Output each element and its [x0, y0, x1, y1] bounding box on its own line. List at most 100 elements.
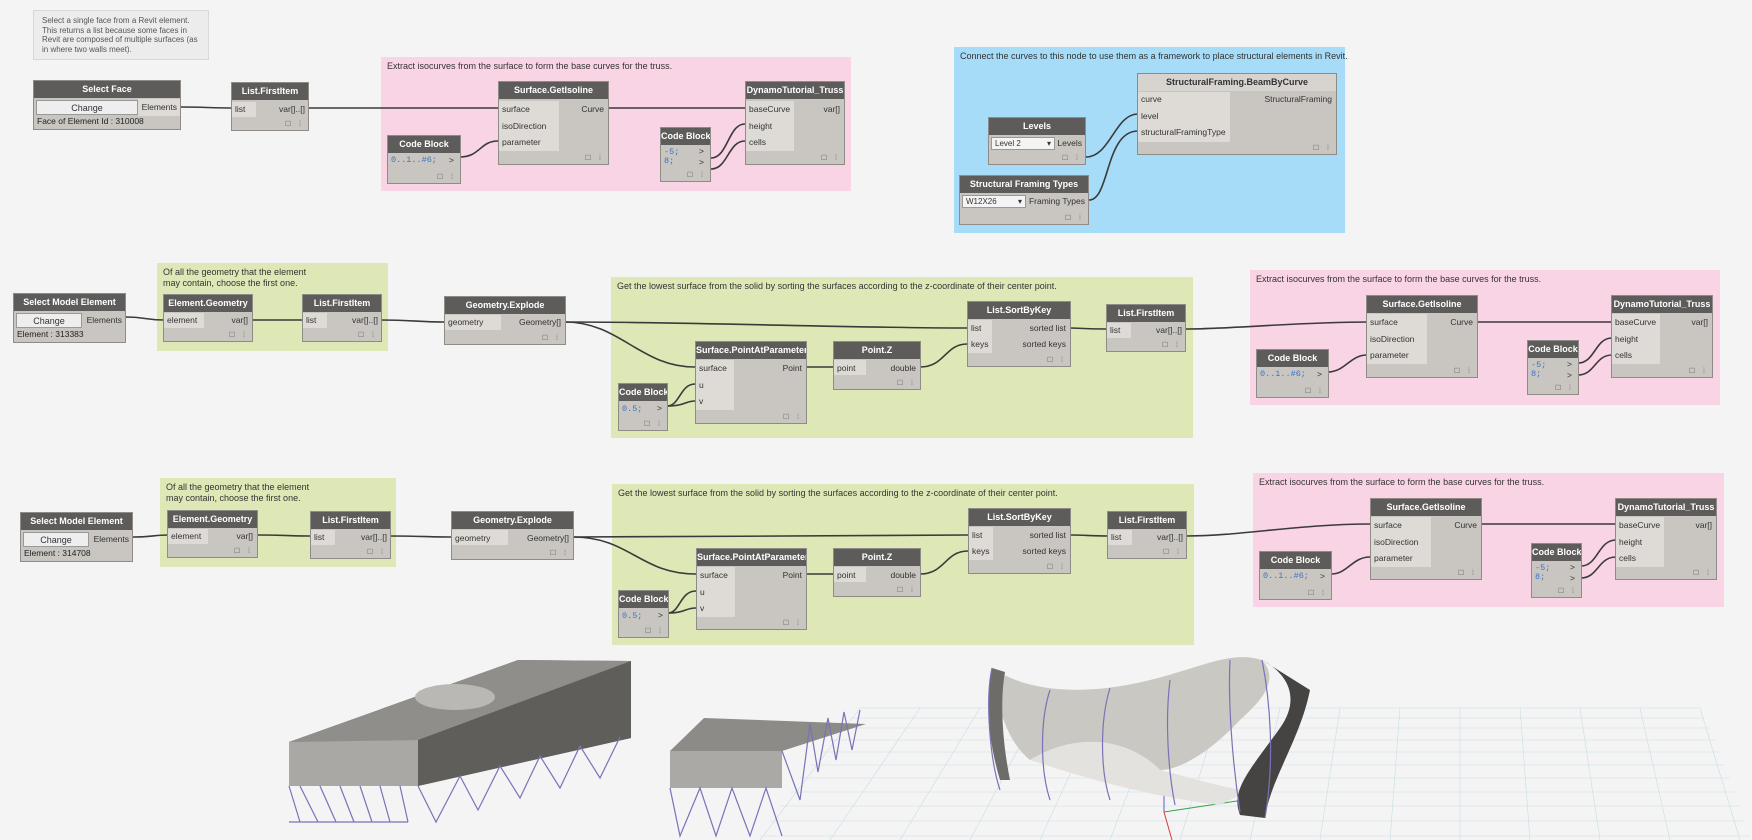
input-port-v[interactable]: v [699, 394, 703, 408]
code-text[interactable]: 0.5; [622, 612, 642, 621]
node-list-sortbykey-b[interactable]: List.SortByKey list keys sorted list sor… [968, 508, 1071, 574]
code-text[interactable]: 0..1..#6; [1263, 572, 1309, 581]
output-port-curve[interactable]: Curve [581, 102, 604, 116]
output-port-var[interactable]: var[]..[] [361, 530, 387, 544]
output-port-var[interactable]: var[]..[] [352, 313, 378, 327]
output-port-var[interactable]: var[] [236, 529, 253, 543]
input-port-height[interactable]: height [749, 119, 772, 133]
input-port-list[interactable]: list [235, 102, 245, 116]
node-code-block-values-2[interactable]: Code Block -5; 8; > > [1527, 340, 1579, 395]
code-text[interactable]: 0..1..#6; [391, 156, 437, 165]
output-port-curve[interactable]: Curve [1450, 315, 1473, 329]
node-surface-pointatparameter-a[interactable]: Surface.PointAtParameter surface u v Poi… [695, 341, 807, 424]
output-port-elements[interactable]: Elements [94, 532, 129, 546]
output-port-structuralframing[interactable]: StructuralFraming [1264, 92, 1332, 106]
input-port-point[interactable]: point [837, 361, 855, 375]
input-port-element[interactable]: element [167, 313, 197, 327]
code-text[interactable]: -5; 8; [1535, 564, 1550, 582]
input-port-list[interactable]: list [972, 528, 982, 542]
output-port-sorted-list[interactable]: sorted list [1030, 321, 1066, 335]
node-element-geometry-a[interactable]: Element.Geometry element var[] [163, 294, 253, 342]
output-port-elements[interactable]: Elements [87, 313, 122, 327]
input-port-list[interactable]: list [1111, 530, 1121, 544]
input-port-surface[interactable]: surface [699, 361, 727, 375]
input-port-element[interactable]: element [171, 529, 201, 543]
output-port[interactable]: > [657, 401, 662, 415]
input-port-isodirection[interactable]: isoDirection [1370, 332, 1414, 346]
output-port-var[interactable]: var[]..[] [1157, 530, 1183, 544]
input-port-list[interactable]: list [306, 313, 316, 327]
output-port-levels[interactable]: Levels [1057, 136, 1082, 150]
input-port-parameter[interactable]: parameter [1370, 348, 1409, 362]
input-port-surface[interactable]: surface [1374, 518, 1402, 532]
output-port-framing-types[interactable]: Framing Types [1029, 194, 1085, 208]
node-point-z-b[interactable]: Point.Z point double [833, 548, 921, 597]
level-dropdown[interactable]: Level 2 [991, 137, 1055, 150]
output-port-point[interactable]: Point [783, 361, 802, 375]
input-port-list[interactable]: list [1110, 323, 1120, 337]
output-port-sorted-keys[interactable]: sorted keys [1023, 544, 1066, 558]
node-select-face[interactable]: Select Face Change Elements Face of Elem… [33, 80, 181, 130]
input-port-point[interactable]: point [837, 568, 855, 582]
input-port-basecurve[interactable]: baseCurve [749, 102, 790, 116]
input-port-structuralframingtype[interactable]: structuralFramingType [1141, 125, 1226, 139]
input-port-list[interactable]: list [314, 530, 324, 544]
input-port-u[interactable]: u [699, 378, 704, 392]
output-port-double[interactable]: double [890, 361, 916, 375]
output-port[interactable]: > [1320, 569, 1325, 583]
node-structural-framing-beambycurve[interactable]: StructuralFraming.BeamByCurve curve leve… [1137, 73, 1337, 155]
background-3d-preview[interactable] [0, 630, 1752, 840]
input-port-keys[interactable]: keys [971, 337, 988, 351]
node-list-firstitem-b[interactable]: List.FirstItem list var[]..[] [302, 294, 382, 342]
output-port-var[interactable]: var[] [1691, 315, 1708, 329]
output-port-2[interactable]: > [1570, 571, 1575, 585]
input-port-parameter[interactable]: parameter [502, 135, 541, 149]
node-levels[interactable]: Levels Level 2 Levels [988, 117, 1086, 165]
node-surface-pointatparameter-b[interactable]: Surface.PointAtParameter surface u v Poi… [696, 548, 807, 630]
input-port-v[interactable]: v [700, 601, 704, 615]
output-port-var[interactable]: var[] [231, 313, 248, 327]
output-port-var[interactable]: var[] [823, 102, 840, 116]
node-structural-framing-types[interactable]: Structural Framing Types W12X26 Framing … [959, 175, 1089, 225]
input-port-level[interactable]: level [1141, 109, 1158, 123]
framing-type-dropdown[interactable]: W12X26 [962, 195, 1026, 208]
input-port-surface[interactable]: surface [1370, 315, 1398, 329]
code-text[interactable]: -5; 8; [1531, 361, 1546, 379]
node-element-geometry-b[interactable]: Element.Geometry element var[] [167, 510, 258, 558]
output-port[interactable]: > [1317, 367, 1322, 381]
input-port-cells[interactable]: cells [1619, 551, 1636, 565]
node-code-block-values-3[interactable]: Code Block -5; 8; > > [1531, 543, 1582, 598]
input-port-list[interactable]: list [971, 321, 981, 335]
input-port-cells[interactable]: cells [1615, 348, 1632, 362]
input-port-basecurve[interactable]: baseCurve [1619, 518, 1660, 532]
output-port-var[interactable]: var[] [1695, 518, 1712, 532]
node-dynamotutorial-truss-2[interactable]: DynamoTutorial_Truss baseCurve height ce… [1611, 295, 1713, 378]
input-port-parameter[interactable]: parameter [1374, 551, 1413, 565]
input-port-basecurve[interactable]: baseCurve [1615, 315, 1656, 329]
node-select-model-element-b[interactable]: Select Model Element Change Elements Ele… [20, 512, 133, 562]
output-port[interactable]: > [449, 153, 454, 167]
code-text[interactable]: 0.5; [622, 405, 642, 414]
node-select-model-element-a[interactable]: Select Model Element Change Elements Ele… [13, 293, 126, 343]
node-dynamotutorial-truss-1[interactable]: DynamoTutorial_Truss baseCurve height ce… [745, 81, 845, 165]
output-port-2[interactable]: > [699, 155, 704, 169]
change-button[interactable]: Change [16, 313, 82, 328]
output-port-point[interactable]: Point [783, 568, 802, 582]
node-point-z-a[interactable]: Point.Z point double [833, 341, 921, 390]
input-port-geometry[interactable]: geometry [448, 315, 483, 329]
output-port-sorted-list[interactable]: sorted list [1030, 528, 1066, 542]
change-button[interactable]: Change [23, 532, 89, 547]
output-port[interactable]: > [658, 608, 663, 622]
node-list-firstitem-a[interactable]: List.FirstItem list var[]..[] [231, 82, 309, 131]
code-text[interactable]: 0..1..#6; [1260, 370, 1306, 379]
input-port-height[interactable]: height [1619, 535, 1642, 549]
node-list-sortbykey-a[interactable]: List.SortByKey list keys sorted list sor… [967, 301, 1071, 367]
node-surface-getisoline-3[interactable]: Surface.GetIsoline surface isoDirection … [1370, 498, 1482, 580]
node-dynamotutorial-truss-3[interactable]: DynamoTutorial_Truss baseCurve height ce… [1615, 498, 1717, 580]
input-port-geometry[interactable]: geometry [455, 531, 490, 545]
node-list-firstitem-d[interactable]: List.FirstItem list var[]..[] [310, 511, 391, 559]
node-surface-getisoline-1[interactable]: Surface.GetIsoline surface isoDirection … [498, 81, 609, 165]
node-code-block-values-1[interactable]: Code Block -5; 8; > > [660, 127, 711, 182]
code-text[interactable]: -5; 8; [664, 148, 679, 166]
node-code-block-range-3[interactable]: Code Block 0..1..#6; > [1259, 551, 1332, 600]
